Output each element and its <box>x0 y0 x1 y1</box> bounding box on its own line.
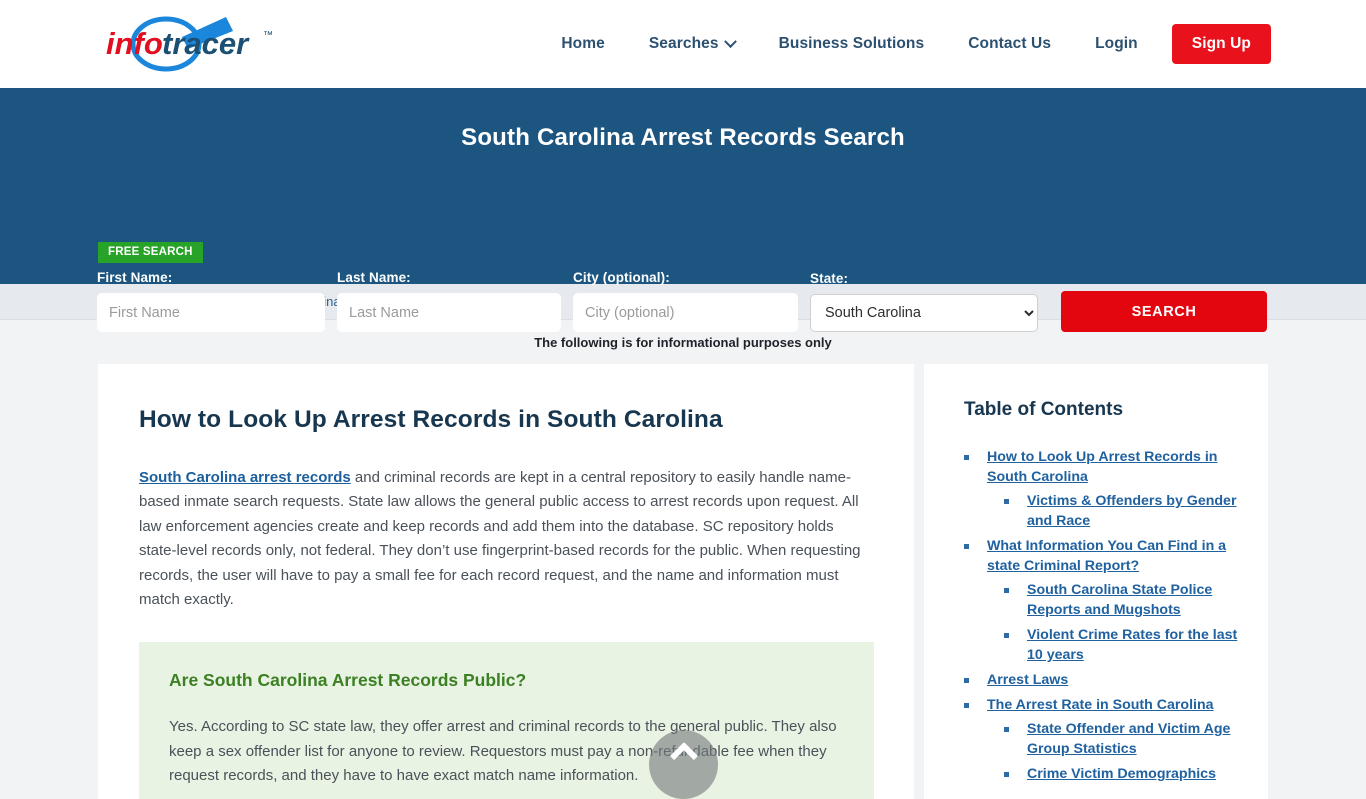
toc-sublist: State Offender and Victim Age Group Stat… <box>987 719 1240 784</box>
toc-item: What Information You Can Find in a state… <box>964 536 1240 665</box>
svg-text:™: ™ <box>263 30 273 41</box>
svg-text:tracer: tracer <box>162 26 250 61</box>
search-band: South Carolina Arrest Records Search FRE… <box>0 88 1366 332</box>
toc-link[interactable]: The Arrest Rate in South Carolina <box>987 695 1214 715</box>
toc-item: How to Look Up Arrest Records in South C… <box>964 447 1240 531</box>
last-name-field-group: Last Name: <box>337 270 561 332</box>
toc-item: Arrest Laws <box>964 670 1240 690</box>
article-intro-rest: and criminal records are kept in a centr… <box>139 469 861 609</box>
first-name-label: First Name: <box>97 270 173 285</box>
site-header: info tracer ™ Home Searches Business Sol… <box>0 0 1366 88</box>
state-label: State: <box>810 271 849 286</box>
nav-label: Home <box>561 35 605 52</box>
toc-item: The Arrest Rate in South Carolina State O… <box>964 695 1240 784</box>
toc-sublist: Victims & Offenders by Gender and Race <box>987 491 1240 531</box>
toc-sublink[interactable]: State Offender and Victim Age Group Stat… <box>1027 719 1240 759</box>
toc-subitem: Victims & Offenders by Gender and Race <box>1004 491 1240 531</box>
first-name-input[interactable] <box>97 293 325 332</box>
state-select[interactable]: South Carolina <box>810 294 1038 332</box>
sign-up-button[interactable]: Sign Up <box>1171 24 1271 64</box>
toc-subitem: Crime Victim Demographics <box>1004 764 1240 784</box>
article-intro-paragraph: South Carolina arrest records and crimin… <box>139 466 874 612</box>
city-label: City (optional): <box>573 270 670 285</box>
nav-label: Contact Us <box>968 35 1052 52</box>
city-input[interactable] <box>573 293 798 332</box>
toc-sublink[interactable]: Violent Crime Rates for the last 10 year… <box>1027 625 1240 665</box>
toc-subitem: State Offender and Victim Age Group Stat… <box>1004 719 1240 759</box>
toc-sublink[interactable]: South Carolina State Police Reports and … <box>1027 580 1240 620</box>
toc-link[interactable]: What Information You Can Find in a state… <box>987 536 1240 576</box>
last-name-label: Last Name: <box>337 270 411 285</box>
first-name-field-group: First Name: <box>97 270 325 332</box>
toc-link[interactable]: How to Look Up Arrest Records in South C… <box>987 447 1240 487</box>
nav-label: Business Solutions <box>778 35 925 52</box>
nav-item-business-solutions[interactable]: Business Solutions <box>757 27 947 61</box>
toc-title: Table of Contents <box>964 399 1124 420</box>
toc-sublink[interactable]: Victims & Offenders by Gender and Race <box>1027 491 1240 531</box>
callout-title: Are South Carolina Arrest Records Public… <box>169 670 527 691</box>
free-search-badge: FREE SEARCH <box>98 242 203 263</box>
nav-item-contact-us[interactable]: Contact Us <box>946 27 1073 61</box>
toc-sublink[interactable]: Crime Victim Demographics <box>1027 764 1216 784</box>
nav-item-searches[interactable]: Searches <box>627 27 757 61</box>
toc-subitem: South Carolina State Police Reports and … <box>1004 580 1240 620</box>
search-button[interactable]: SEARCH <box>1061 291 1267 332</box>
nav-item-home[interactable]: Home <box>539 27 626 61</box>
table-of-contents-card: Table of Contents How to Look Up Arrest … <box>924 364 1268 799</box>
callout-text: Yes. According to SC state law, they off… <box>169 718 837 785</box>
last-name-input[interactable] <box>337 293 561 332</box>
chevron-up-icon <box>669 741 698 771</box>
nav-label: Login <box>1095 35 1138 52</box>
south-carolina-arrest-records-link[interactable]: South Carolina arrest records <box>139 469 351 486</box>
state-field-group: State: South Carolina <box>810 271 1038 332</box>
page-title: South Carolina Arrest Records Search <box>461 124 905 151</box>
svg-text:info: info <box>106 26 163 61</box>
scroll-to-top-button[interactable] <box>649 730 718 799</box>
logo-graphic: info tracer ™ <box>106 16 273 72</box>
main-navigation: Home Searches Business Solutions Contact… <box>539 24 1366 64</box>
toc-sublist: South Carolina State Police Reports and … <box>987 580 1240 665</box>
infotracer-logo[interactable]: info tracer ™ <box>100 13 280 75</box>
article-content-card: How to Look Up Arrest Records in South C… <box>98 364 914 799</box>
nav-item-login[interactable]: Login <box>1073 27 1160 61</box>
chevron-down-icon <box>723 34 737 48</box>
city-field-group: City (optional): <box>573 270 798 332</box>
public-records-callout: Are South Carolina Arrest Records Public… <box>139 642 874 799</box>
nav-label: Searches <box>648 35 719 52</box>
arrest-records-search-form: First Name: Last Name: City (optional): … <box>97 270 1267 332</box>
toc-link[interactable]: Arrest Laws <box>987 670 1068 690</box>
toc-subitem: Violent Crime Rates for the last 10 year… <box>1004 625 1240 665</box>
toc-list: How to Look Up Arrest Records in South C… <box>964 447 1240 784</box>
article-title: How to Look Up Arrest Records in South C… <box>139 406 723 433</box>
